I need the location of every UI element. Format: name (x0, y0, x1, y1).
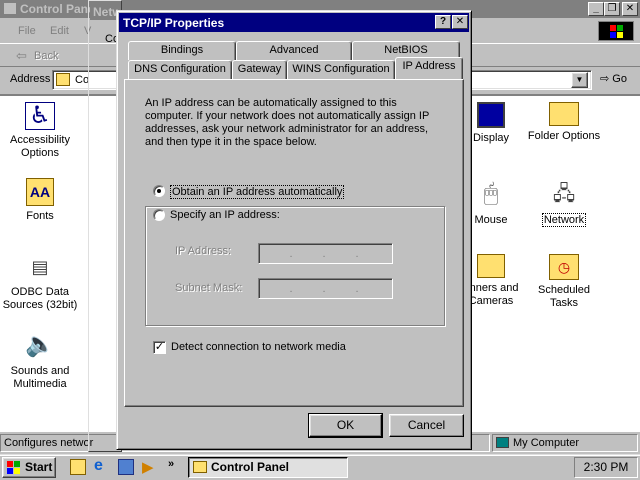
ok-button[interactable]: OK (308, 413, 383, 438)
close-button[interactable]: ✕ (622, 2, 638, 16)
subnet-mask-field[interactable]: ... (258, 278, 393, 299)
address-dropdown-button[interactable]: ▼ (571, 72, 588, 88)
internet-explorer-icon[interactable]: e (94, 457, 103, 475)
windows-logo-icon (598, 21, 634, 41)
cp-item-odbc[interactable]: ▤ ODBC Data Sources (32bit) (1, 254, 79, 312)
tab-bindings[interactable]: Bindings (128, 41, 236, 60)
go-arrow-icon: ⇨ (600, 73, 610, 85)
control-panel-title: Control Panel (20, 2, 99, 16)
specify-ip-radio[interactable] (153, 209, 165, 221)
ip-address-label: IP Address: (175, 245, 232, 257)
menu-file[interactable]: File (18, 25, 36, 37)
tcpip-dialog-title: TCP/IP Properties (123, 16, 225, 30)
maximize-button[interactable]: ❐ (604, 2, 620, 16)
minimize-button[interactable]: _ (588, 2, 604, 16)
fonts-icon: AA (26, 178, 54, 206)
taskbar-item-control-panel[interactable]: Control Panel (188, 457, 348, 478)
address-folder-icon (56, 73, 70, 86)
outlook-express-icon[interactable] (118, 459, 134, 475)
subnet-mask-label: Subnet Mask: (175, 282, 243, 294)
cp-item-sounds[interactable]: 🔈 Sounds and Multimedia (1, 329, 79, 391)
back-button[interactable]: Back (34, 50, 58, 62)
status-zone: My Computer (492, 434, 638, 452)
cp-item-accessibility[interactable]: ♿ Accessibility Options (1, 102, 79, 160)
help-button[interactable]: ? (435, 15, 451, 29)
accessibility-icon: ♿ (25, 102, 55, 130)
network-icon: 🖧 (552, 183, 576, 205)
dialog-close-button[interactable]: ✕ (452, 15, 468, 29)
menu-edit[interactable]: Edit (50, 25, 69, 37)
cp-item-network[interactable]: 🖧 Network (525, 178, 603, 227)
display-icon (477, 102, 505, 128)
tab-gateway[interactable]: Gateway (232, 60, 287, 79)
quick-launch-chevron[interactable]: » (168, 458, 174, 470)
cp-item-scheduled-tasks[interactable]: ◷ Scheduled Tasks (525, 254, 603, 310)
tab-ip-address[interactable]: IP Address (395, 57, 463, 79)
specify-ip-label[interactable]: Specify an IP address: (168, 209, 282, 221)
control-panel-window-icon (3, 2, 17, 15)
control-panel-task-icon (193, 461, 207, 473)
specify-ip-groupbox (145, 206, 445, 326)
folder-options-icon (549, 102, 579, 126)
show-desktop-icon[interactable] (70, 459, 86, 475)
taskbar-item-label: Control Panel (211, 460, 290, 474)
mouse-icon: 🖱 (483, 180, 499, 207)
my-computer-icon (496, 437, 509, 448)
scheduled-tasks-icon: ◷ (549, 254, 579, 280)
obtain-ip-automatically-radio[interactable] (153, 185, 165, 197)
quick-launch: e ▶ » (64, 457, 184, 477)
sounds-icon: 🔈 (25, 331, 55, 358)
cp-item-folder-options[interactable]: Folder Options (525, 102, 603, 143)
tab-wins-configuration[interactable]: WINS Configuration (287, 60, 395, 79)
tab-dns-configuration[interactable]: DNS Configuration (128, 60, 232, 79)
detect-connection-checkbox[interactable]: ✓ (153, 341, 166, 354)
detect-connection-label[interactable]: Detect connection to network media (171, 341, 346, 353)
go-label: Go (612, 73, 627, 85)
ip-description: An IP address can be automatically assig… (145, 97, 430, 148)
tcpip-dialog-titlebar[interactable]: TCP/IP Properties ? ✕ (119, 13, 469, 32)
windows-flag-icon (7, 461, 21, 474)
go-button[interactable]: ⇨ Go (596, 70, 636, 90)
media-player-icon[interactable]: ▶ (142, 458, 154, 476)
ip-address-field[interactable]: ... (258, 243, 393, 264)
back-arrow-icon: ⇦ (16, 48, 27, 63)
system-tray-clock[interactable]: 2:30 PM (574, 457, 638, 478)
address-label: Address (10, 73, 51, 85)
odbc-icon: ▤ (31, 257, 49, 277)
address-value: Co (75, 74, 90, 86)
obtain-ip-automatically-label[interactable]: Obtain an IP address automatically (170, 185, 345, 199)
scanners-cameras-icon (477, 254, 505, 278)
start-label: Start (25, 460, 53, 474)
tab-advanced[interactable]: Advanced (236, 41, 352, 60)
cancel-button[interactable]: Cancel (389, 414, 464, 437)
cp-item-fonts[interactable]: AA Fonts (1, 178, 79, 223)
start-button[interactable]: Start (2, 457, 56, 478)
